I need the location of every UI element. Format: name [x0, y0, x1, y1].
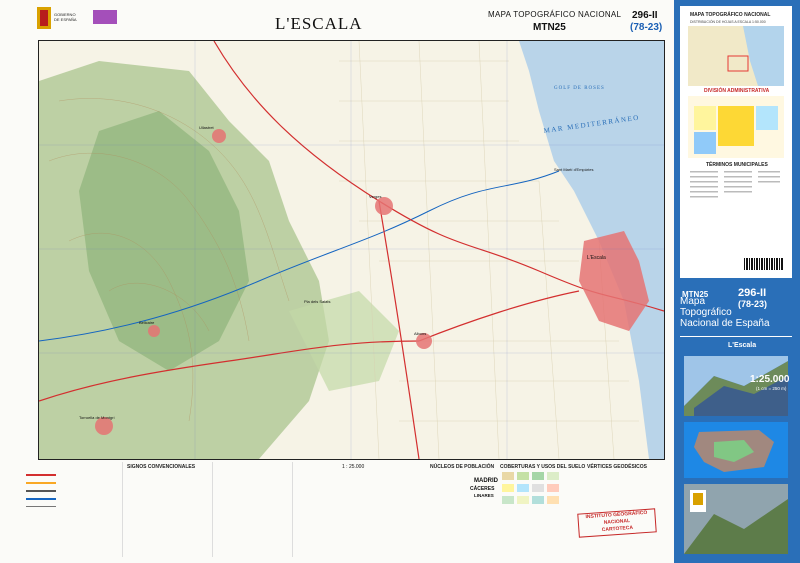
sheet-number: 296-II — [632, 10, 658, 21]
panel-big-title-2: Topográfico — [680, 307, 732, 318]
place-label: Bellcaire — [139, 320, 155, 325]
cover-photo-relief — [684, 484, 788, 554]
sheet-index-map — [688, 26, 784, 86]
legend-madrid: MADRID — [474, 478, 498, 484]
urban-area — [148, 325, 160, 337]
place-label: Torroella de Montgrí — [79, 415, 115, 420]
panel-scale: 1:25.000 — [750, 374, 790, 385]
place-label: Verges — [369, 194, 381, 199]
cover-panel-inner: MAPA TOPOGRÁFICO NACIONAL DISTRIBUCIÓN D… — [680, 6, 792, 560]
panel-admin-title: DIVISIÓN ADMINISTRATIVA — [704, 88, 770, 94]
cover-panel: MAPA TOPOGRÁFICO NACIONAL DISTRIBUCIÓN D… — [674, 0, 800, 563]
legend-nucleos-title: NÚCLEOS DE POBLACIÓN — [430, 464, 495, 470]
panel-place: L'Escala — [728, 342, 757, 349]
legend-column — [212, 462, 293, 557]
place-label: Sant Martí d'Empúries — [554, 167, 593, 172]
legend-linares: LINARES — [474, 493, 494, 498]
legend-column — [122, 462, 213, 557]
legend-vertices-title: VÉRTICES GEODÉSICOS — [587, 464, 648, 470]
legend-coberturas-title: COBERTURAS Y USOS DEL SUELO — [500, 464, 586, 470]
map-sheet: GOBIERNO DE ESPAÑA L'ESCALA MAPA TOPOGRÁ… — [0, 0, 800, 563]
urban-area — [212, 129, 226, 143]
barcode — [744, 258, 784, 270]
sheet-grid: (78-23) — [630, 22, 663, 33]
municipios-list — [690, 171, 780, 198]
legend-strip: SIGNOS CONVENCIONALES 1 : 25.000 NÚCLEOS… — [22, 462, 663, 557]
road — [418, 290, 580, 342]
panel-subtitle: DISTRIBUCIÓN DE HOJAS A ESCALA 1:50.000 — [690, 20, 766, 24]
svg-text:DE ESPAÑA: DE ESPAÑA — [54, 17, 77, 22]
map-title: L'ESCALA — [275, 14, 363, 33]
government-logo: GOBIERNO DE ESPAÑA — [37, 6, 127, 32]
panel-big-title-3: Nacional de España — [680, 318, 770, 329]
admin-map — [688, 96, 784, 158]
legend-caceres: CÁCERES — [470, 486, 495, 492]
scale-label: 1 : 25.000 — [342, 464, 365, 470]
cover-photo-iberia — [684, 422, 788, 478]
panel-municipios-title: TÉRMINOS MUNICIPALES — [706, 162, 768, 168]
panel-sheet-grid: (78-23) — [738, 299, 768, 309]
panel-sheet-number: 296-II — [738, 287, 767, 299]
panel-title: MAPA TOPOGRÁFICO NACIONAL — [690, 12, 771, 18]
panel-scale-note: (1 cm = 250 m) — [756, 386, 787, 391]
urban-area — [375, 197, 393, 215]
gulf-label: GOLF DE ROSES — [554, 86, 605, 91]
series-label: MAPA TOPOGRÁFICO NACIONAL — [488, 10, 622, 19]
cover-band: MTN25 296-II (78-23) Mapa Topográfico Na… — [680, 278, 792, 560]
place-label: Ullastret — [199, 125, 215, 130]
panel-big-title-1: Mapa — [680, 296, 706, 307]
legend-column — [22, 462, 123, 557]
place-label: L'Escala — [587, 255, 606, 261]
place-label: Pla dels Salats — [304, 299, 330, 304]
topographic-map[interactable]: MAR MEDITERRÁNEO GOLF DE ROSES L'Escala … — [38, 40, 665, 460]
mtn-label: MTN25 — [533, 22, 566, 33]
land-cover-swatches — [502, 472, 559, 504]
place-label: Albons — [414, 331, 426, 336]
